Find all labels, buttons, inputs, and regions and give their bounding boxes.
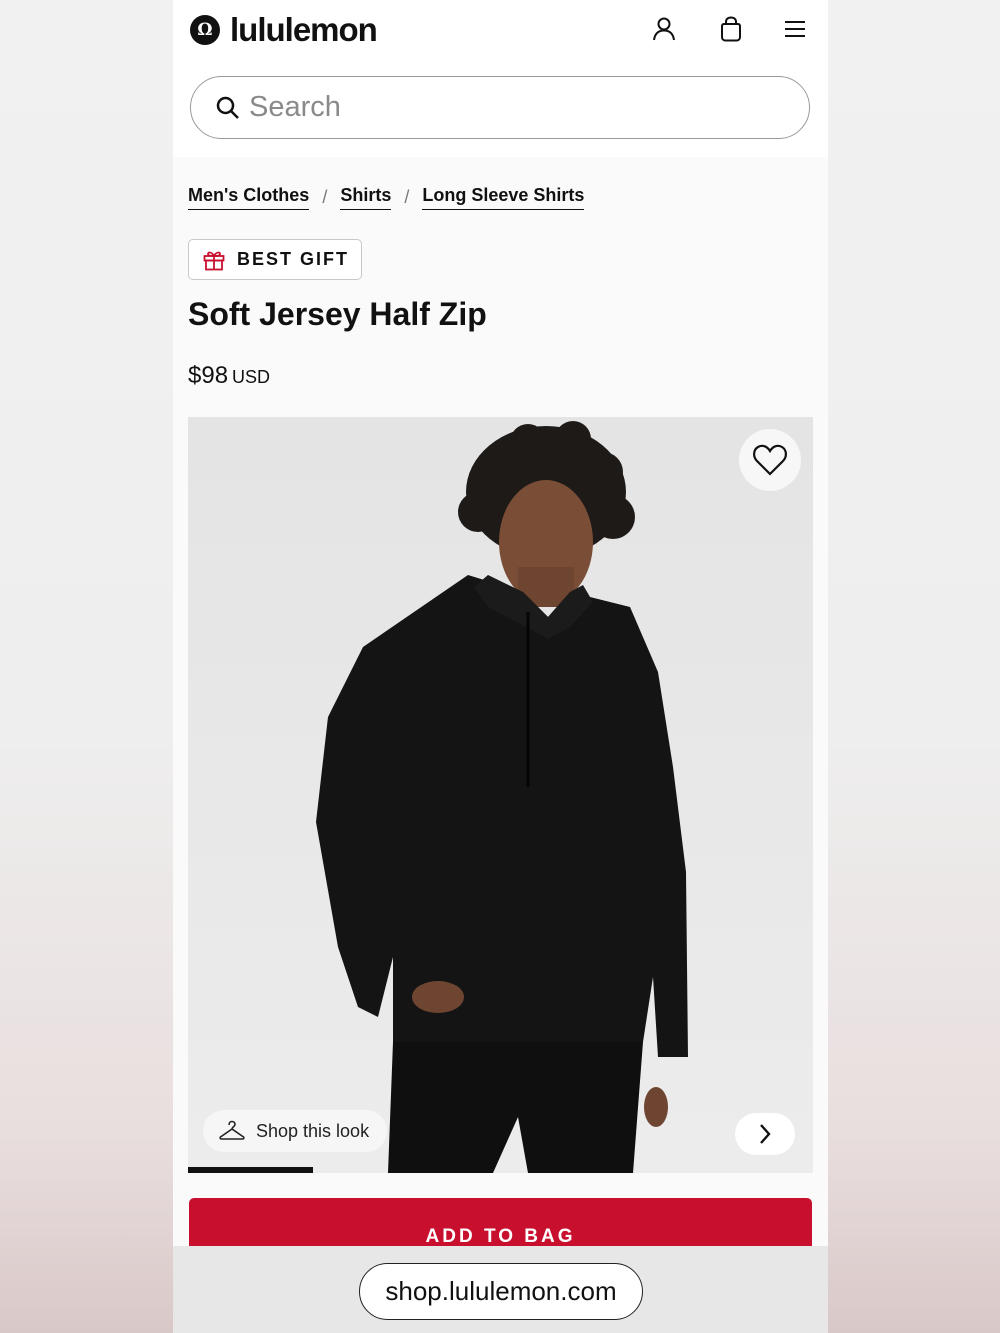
next-image-button[interactable] — [735, 1113, 795, 1155]
hanger-icon — [219, 1120, 245, 1140]
site-header: Ω lululemon — [173, 0, 828, 157]
product-price: $98 USD — [188, 362, 270, 390]
breadcrumb-shirts[interactable]: Shirts — [340, 185, 392, 210]
price-amount: $98 — [188, 362, 229, 389]
wishlist-button[interactable] — [739, 429, 801, 491]
logo[interactable]: Ω lululemon — [190, 11, 378, 48]
bag-icon[interactable] — [716, 14, 746, 44]
logo-text: lululemon — [230, 11, 378, 48]
chevron-right-icon — [760, 1124, 771, 1144]
breadcrumb-separator: / — [404, 187, 410, 207]
menu-icon[interactable] — [780, 14, 810, 44]
breadcrumb-separator: / — [322, 187, 328, 207]
product-title: Soft Jersey Half Zip — [188, 296, 487, 332]
heart-icon — [753, 444, 787, 476]
search-input[interactable] — [249, 91, 769, 124]
gift-icon — [203, 251, 225, 270]
shop-this-look-label: Shop this look — [256, 1120, 370, 1141]
price-currency: USD — [232, 367, 271, 387]
breadcrumb-mens-clothes[interactable]: Men's Clothes — [188, 185, 310, 210]
breadcrumb-long-sleeve-shirts[interactable]: Long Sleeve Shirts — [422, 185, 585, 210]
search-icon — [216, 96, 239, 119]
product-image[interactable]: Shop this look — [188, 417, 813, 1173]
best-gift-badge: BEST GIFT — [188, 239, 362, 280]
shop-this-look-button[interactable]: Shop this look — [203, 1110, 388, 1152]
account-icon[interactable] — [649, 14, 679, 44]
badge-label: BEST GIFT — [237, 249, 349, 269]
browser-bottom-bar: shop.lululemon.com — [173, 1246, 828, 1333]
breadcrumb: Men's Clothes / Shirts / Long Sleeve Shi… — [188, 185, 585, 210]
model-photo — [188, 417, 813, 1173]
search-bar[interactable] — [190, 76, 810, 139]
image-progress-fill — [188, 1167, 313, 1173]
phone-screen: Ω lululemon Search Men's Clothes / Shirt… — [173, 0, 828, 1333]
image-progress-track — [188, 1167, 813, 1173]
url-bar[interactable]: shop.lululemon.com — [359, 1263, 643, 1320]
logo-mark-icon: Ω — [190, 15, 220, 45]
